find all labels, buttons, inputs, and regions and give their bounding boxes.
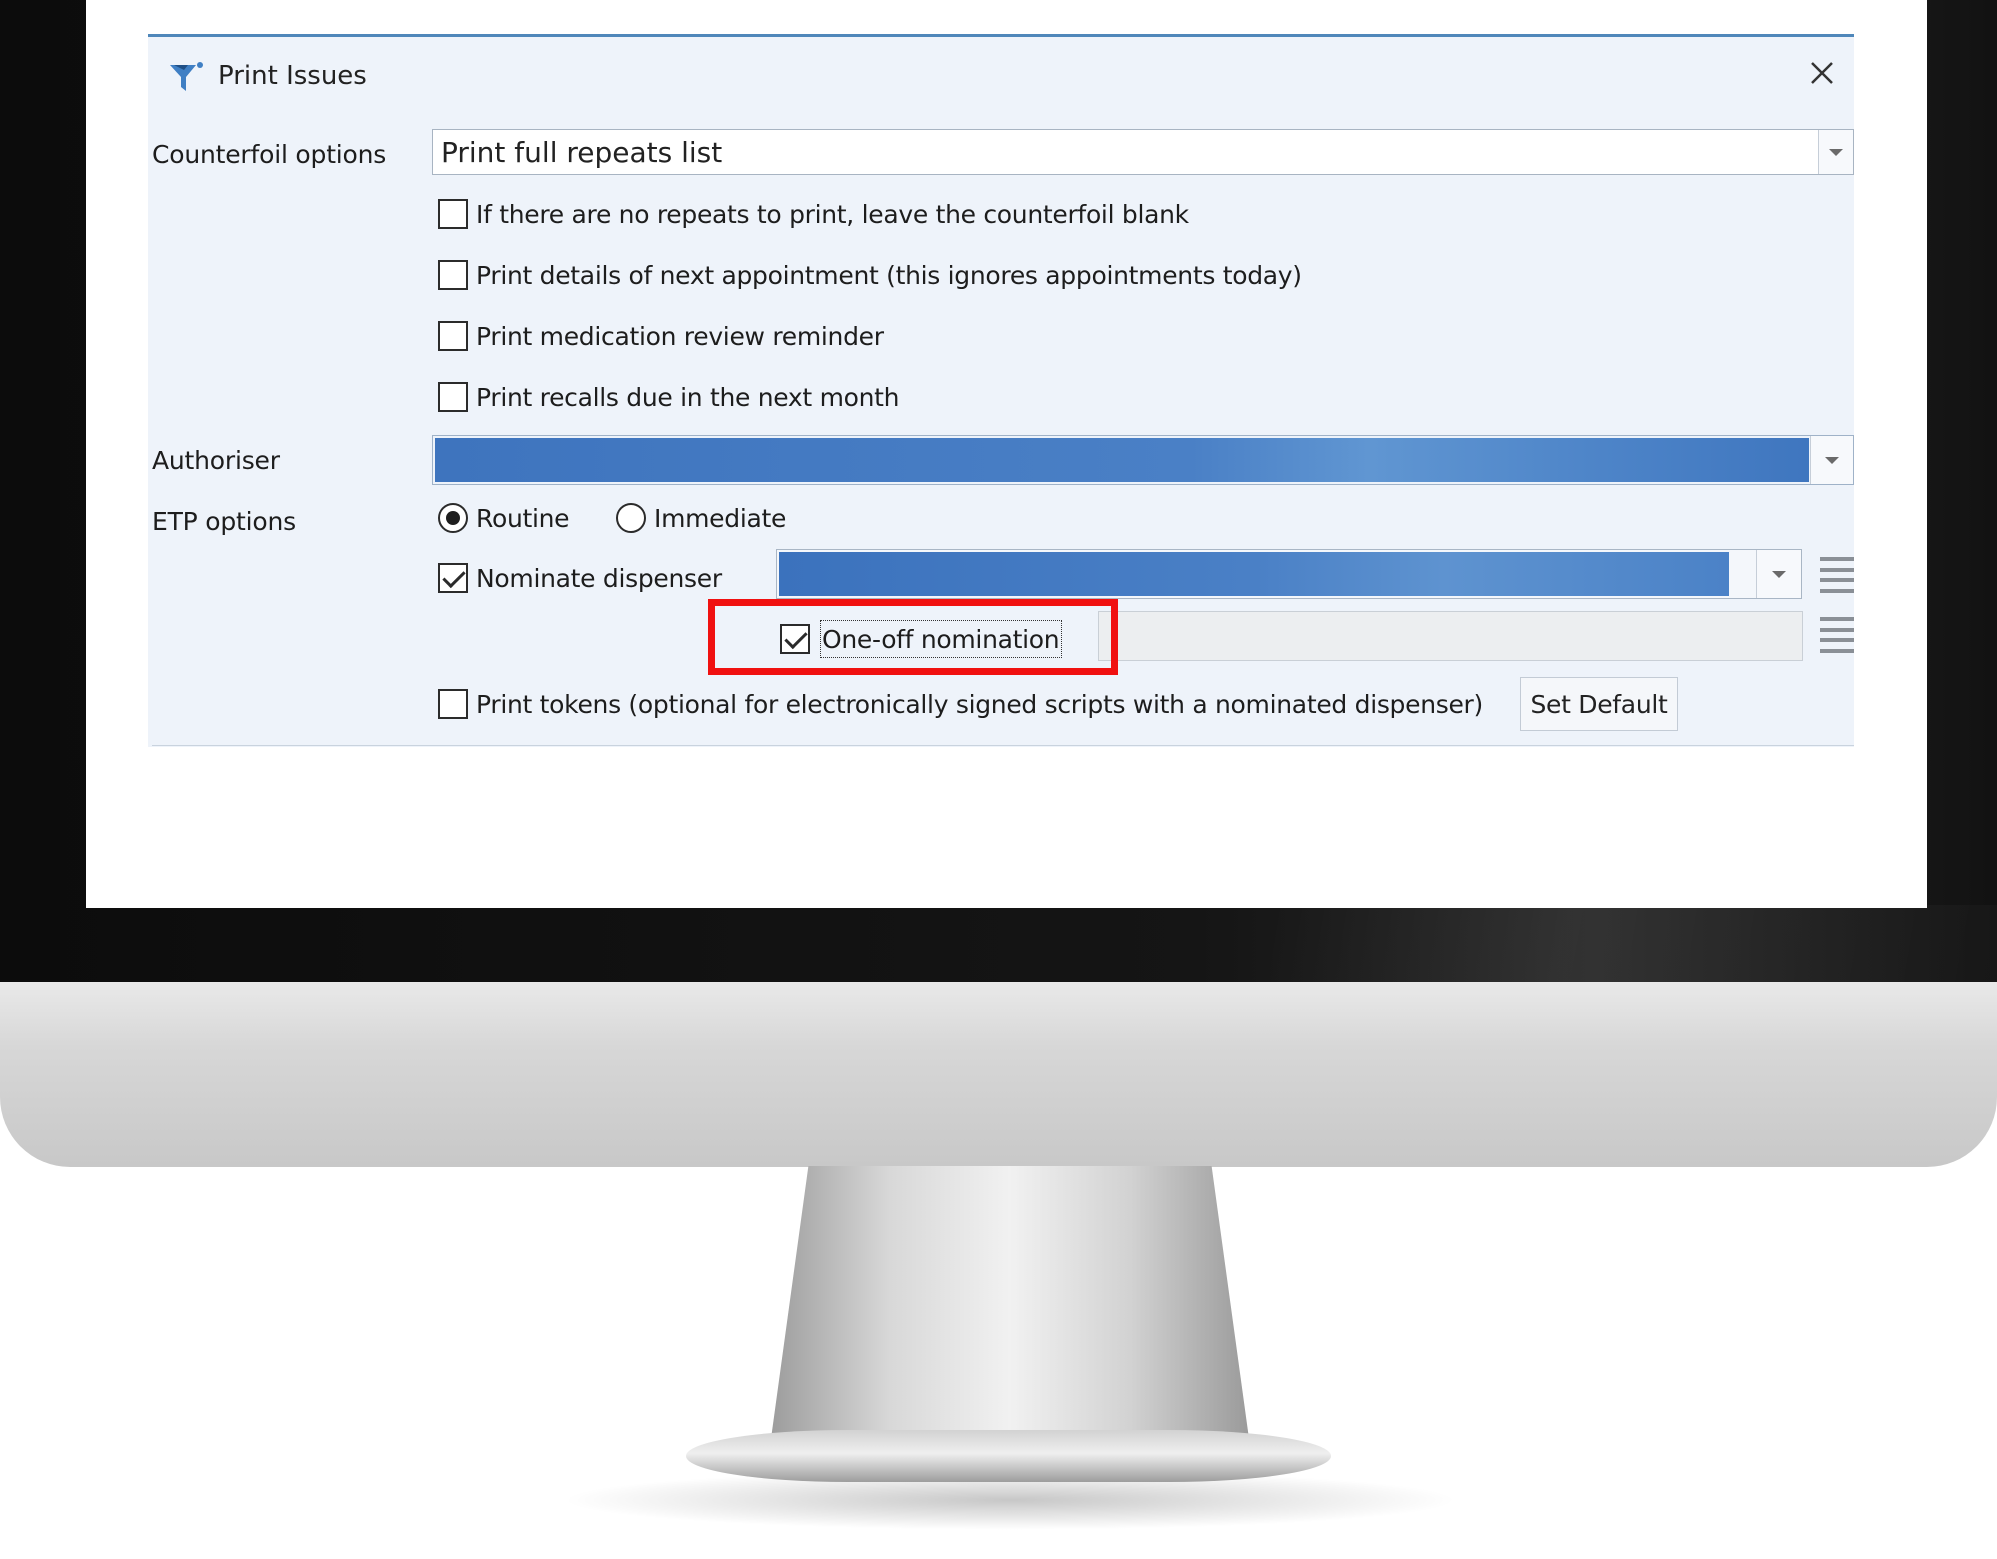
counterfoil-selected-value: Print full repeats list xyxy=(441,136,723,169)
checkbox-label: Print tokens (optional for electronicall… xyxy=(476,689,1483,719)
checkbox-no-repeats-blank[interactable]: If there are no repeats to print, leave … xyxy=(438,199,1189,229)
checkbox-box[interactable] xyxy=(438,563,468,593)
counterfoil-options-label: Counterfoil options xyxy=(152,140,387,169)
checkbox-box[interactable] xyxy=(438,689,468,719)
one-off-dispenser-field[interactable] xyxy=(1098,611,1803,661)
chevron-down-icon[interactable] xyxy=(1810,436,1853,484)
monitor-screen: Print Issues Counterfoil options Print f… xyxy=(86,0,1927,908)
radio-label: Immediate xyxy=(654,503,787,533)
checkbox-next-appointment[interactable]: Print details of next appointment (this … xyxy=(438,260,1302,290)
bezel-reflection xyxy=(1270,905,1997,990)
authoriser-label: Authoriser xyxy=(152,446,280,475)
checkbox-box[interactable] xyxy=(438,382,468,412)
set-default-button[interactable]: Set Default xyxy=(1520,677,1678,731)
checkbox-label: Print medication review reminder xyxy=(476,321,884,351)
dialog-divider xyxy=(152,745,1854,746)
checkbox-nominate-dispenser[interactable]: Nominate dispenser xyxy=(438,563,722,593)
checkbox-box[interactable] xyxy=(438,260,468,290)
monitor-chin xyxy=(0,982,1997,1167)
radio-routine[interactable]: Routine xyxy=(438,503,570,533)
etp-options-label: ETP options xyxy=(152,507,296,536)
checkbox-label: If there are no repeats to print, leave … xyxy=(476,199,1189,229)
checkbox-label: Print recalls due in the next month xyxy=(476,382,900,412)
authoriser-select[interactable] xyxy=(432,435,1854,485)
dialog-title: Print Issues xyxy=(218,61,367,91)
radio-immediate[interactable]: Immediate xyxy=(616,503,786,533)
checkbox-box[interactable] xyxy=(438,321,468,351)
list-icon[interactable] xyxy=(1820,613,1854,657)
close-button[interactable] xyxy=(1804,55,1840,91)
checkbox-box[interactable] xyxy=(438,199,468,229)
monitor-stand-neck xyxy=(770,1166,1250,1446)
radio-button[interactable] xyxy=(438,503,468,533)
checkbox-medication-review[interactable]: Print medication review reminder xyxy=(438,321,884,351)
filter-funnel-icon xyxy=(170,62,203,91)
dispenser-selected-value xyxy=(779,552,1729,596)
counterfoil-select[interactable]: Print full repeats list xyxy=(432,129,1854,175)
checkbox-label: Nominate dispenser xyxy=(476,563,722,593)
authoriser-selected-value xyxy=(435,438,1809,482)
radio-label: Routine xyxy=(476,503,570,533)
list-icon[interactable] xyxy=(1820,553,1854,597)
monitor-stand-base xyxy=(686,1430,1331,1482)
highlight-box xyxy=(708,599,1118,675)
print-issues-dialog: Print Issues Counterfoil options Print f… xyxy=(148,34,1854,747)
checkbox-recalls-next-month[interactable]: Print recalls due in the next month xyxy=(438,382,900,412)
dispenser-select[interactable] xyxy=(776,549,1802,599)
radio-button[interactable] xyxy=(616,503,646,533)
checkbox-print-tokens[interactable]: Print tokens (optional for electronicall… xyxy=(438,689,1483,719)
chevron-down-icon[interactable] xyxy=(1756,550,1801,598)
checkbox-label: Print details of next appointment (this … xyxy=(476,260,1302,290)
chevron-down-icon[interactable] xyxy=(1818,130,1853,174)
close-icon xyxy=(1811,62,1833,84)
